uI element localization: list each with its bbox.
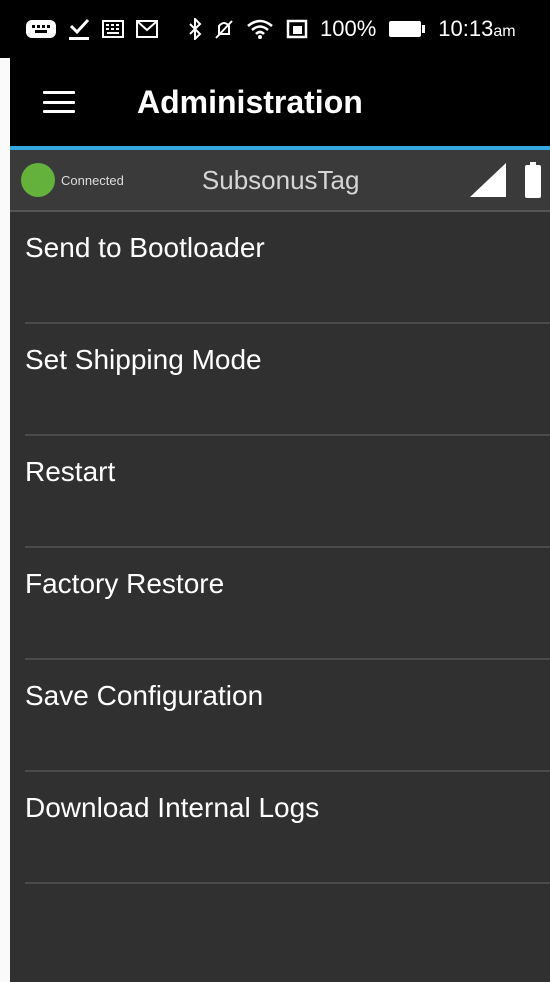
menu-item-label: Save Configuration — [25, 680, 264, 711]
app-bar: Administration — [10, 58, 550, 146]
download-done-icon — [68, 17, 90, 41]
status-bar: 100% 10:13am — [0, 0, 550, 58]
bluetooth-icon — [188, 18, 202, 40]
menu-item-restart[interactable]: Restart — [25, 436, 550, 548]
connection-status-label: Connected — [61, 172, 124, 188]
keyboard-icon — [102, 20, 124, 38]
screen: 100% 10:13am Administration Connected Su… — [0, 0, 550, 982]
device-battery-icon — [524, 162, 542, 198]
menu-item-label: Restart — [25, 456, 116, 487]
battery-icon — [388, 19, 426, 39]
menu-item-download-internal-logs[interactable]: Download Internal Logs — [25, 772, 550, 884]
keyboard-notification-icon — [26, 19, 56, 39]
menu-item-label: Set Shipping Mode — [25, 344, 262, 375]
menu-item-send-to-bootloader[interactable]: Send to Bootloader — [25, 212, 550, 324]
clock: 10:13am — [438, 16, 516, 41]
admin-menu: Send to Bootloader Set Shipping Mode Res… — [10, 212, 550, 884]
mute-icon — [214, 18, 234, 40]
device-status-bar: Connected SubsonusTag — [10, 150, 550, 212]
battery-percent: 100% — [320, 16, 377, 41]
menu-item-set-shipping-mode[interactable]: Set Shipping Mode — [25, 324, 550, 436]
left-edge — [0, 58, 10, 982]
hamburger-menu-icon[interactable] — [43, 91, 75, 113]
connection-indicator-icon — [21, 163, 55, 197]
page-title: Administration — [137, 83, 363, 120]
menu-item-factory-restore[interactable]: Factory Restore — [25, 548, 550, 660]
menu-item-label: Send to Bootloader — [25, 232, 265, 263]
gmail-icon — [136, 20, 158, 38]
signal-strength-icon — [470, 163, 506, 197]
menu-item-label: Factory Restore — [25, 568, 225, 599]
menu-item-label: Download Internal Logs — [25, 792, 320, 823]
wifi-icon — [246, 18, 274, 40]
device-name: SubsonusTag — [201, 164, 360, 195]
nfc-icon — [286, 18, 308, 40]
menu-item-save-configuration[interactable]: Save Configuration — [25, 660, 550, 772]
